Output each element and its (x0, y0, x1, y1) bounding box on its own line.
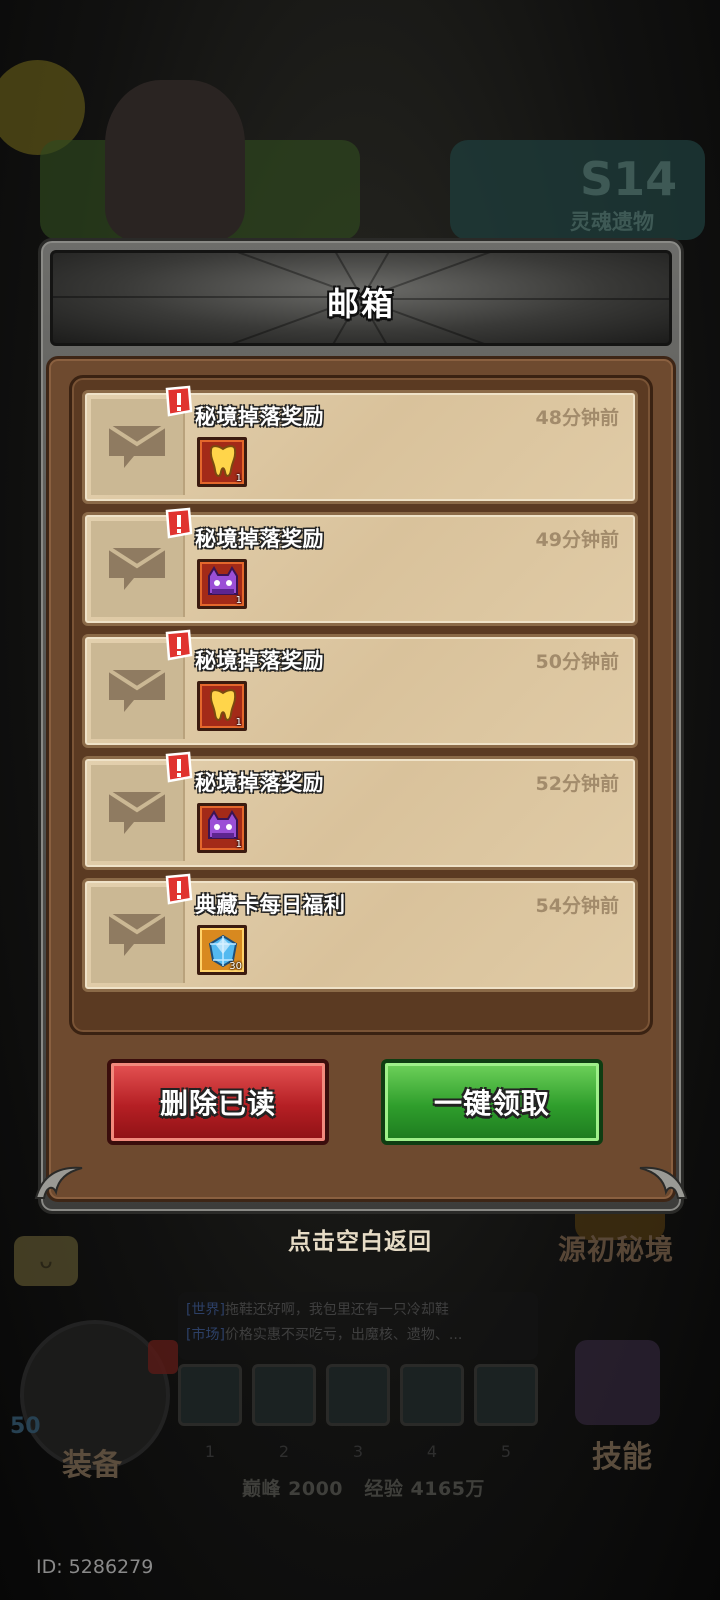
slot-number: 3 (352, 1442, 364, 1461)
dialog-body: 秘境掉落奖励 48分钟前 1 秘境掉落奖励 49分钟前 1 秘境掉落奖励 50分… (46, 356, 676, 1202)
skill-label: 技能 (592, 1440, 652, 1475)
mailbox-dialog: 邮箱 秘境掉落奖励 48分钟前 1 秘境掉落奖励 49分钟前 1 秘境掉落奖励 … (34, 238, 688, 1214)
reward-item[interactable]: 1 (197, 437, 247, 487)
alert-icon (165, 629, 193, 661)
slot-number: 4 (426, 1442, 438, 1461)
delete-read-button[interactable]: 删除已读 (107, 1059, 329, 1145)
season-subtitle: 灵魂遗物 (570, 210, 654, 234)
skill-slot (178, 1364, 242, 1426)
reward-count: 1 (235, 595, 242, 606)
skill-book-icon (575, 1340, 660, 1425)
dialog-header: 邮箱 (50, 250, 672, 346)
claim-all-button[interactable]: 一键领取 (381, 1059, 603, 1145)
exp-label: 经验 (364, 1478, 404, 1500)
mail-time: 50分钟前 (535, 651, 619, 673)
mail-item[interactable]: 典藏卡每日福利 54分钟前 30 (82, 873, 638, 992)
mail-title: 典藏卡每日福利 (195, 893, 346, 917)
alert-badge-icon (148, 1340, 178, 1374)
reward-count: 1 (235, 839, 242, 850)
chat-line: [市场]价格实惠不买吃亏，出魔核、遗物、... (186, 1327, 463, 1343)
mail-title: 秘境掉落奖励 (195, 649, 324, 673)
slot-number: 5 (500, 1442, 512, 1461)
reward-count: 1 (235, 473, 242, 484)
corner-ornament-icon (639, 1166, 688, 1199)
dismiss-hint[interactable]: 点击空白返回 (0, 1222, 720, 1256)
slot-number: 1 (204, 1442, 216, 1461)
reward-item[interactable]: 1 (197, 803, 247, 853)
skill-slot-numbers: 1 2 3 4 5 (178, 1442, 538, 1461)
slot-number: 2 (278, 1442, 290, 1461)
mail-title: 秘境掉落奖励 (195, 771, 324, 795)
mail-item[interactable]: 秘境掉落奖励 49分钟前 1 (82, 507, 638, 626)
alert-icon (165, 385, 193, 417)
mail-time: 52分钟前 (535, 773, 619, 795)
alert-icon (165, 873, 193, 905)
reward-count: 30 (229, 961, 242, 972)
chat-preview: [世界]拖鞋还好啊，我包里还有一只冷却鞋 [市场]价格实惠不买吃亏，出魔核、遗物… (178, 1292, 538, 1360)
exp-value: 4165万 (410, 1478, 485, 1500)
user-id: ID: 5286279 (36, 1556, 154, 1578)
alert-icon (165, 751, 193, 783)
skill-slot (400, 1364, 464, 1426)
reward-count: 1 (235, 717, 242, 728)
mail-list[interactable]: 秘境掉落奖励 48分钟前 1 秘境掉落奖励 49分钟前 1 秘境掉落奖励 50分… (69, 375, 653, 1035)
equip-label: 装备 (62, 1448, 122, 1483)
mailbox-title: 邮箱 (326, 285, 395, 323)
reward-item[interactable]: 1 (197, 681, 247, 731)
hero-level: 50 (10, 1414, 41, 1439)
skill-slots (178, 1364, 538, 1426)
corner-ornament-icon (34, 1166, 83, 1199)
reward-item[interactable]: 30 (197, 925, 247, 975)
mail-item[interactable]: 秘境掉落奖励 50分钟前 1 (82, 629, 638, 748)
alert-icon (165, 507, 193, 539)
peak-label: 巅峰 (242, 1478, 282, 1500)
mail-title: 秘境掉落奖励 (195, 527, 324, 551)
hero-stats: 巅峰 2000 经验 4165万 (242, 1474, 485, 1501)
mail-time: 54分钟前 (535, 895, 619, 917)
background-character (105, 80, 245, 240)
mail-item[interactable]: 秘境掉落奖励 48分钟前 1 (82, 385, 638, 504)
mail-title: 秘境掉落奖励 (195, 405, 324, 429)
reward-item[interactable]: 1 (197, 559, 247, 609)
skill-slot (474, 1364, 538, 1426)
skill-slot (326, 1364, 390, 1426)
skill-slot (252, 1364, 316, 1426)
chat-line: [世界]拖鞋还好啊，我包里还有一只冷却鞋 (186, 1302, 449, 1318)
mail-item[interactable]: 秘境掉落奖励 52分钟前 1 (82, 751, 638, 870)
mail-time: 49分钟前 (535, 529, 619, 551)
mail-time: 48分钟前 (535, 407, 619, 429)
peak-value: 2000 (288, 1478, 344, 1500)
season-number: S14 (580, 152, 678, 206)
